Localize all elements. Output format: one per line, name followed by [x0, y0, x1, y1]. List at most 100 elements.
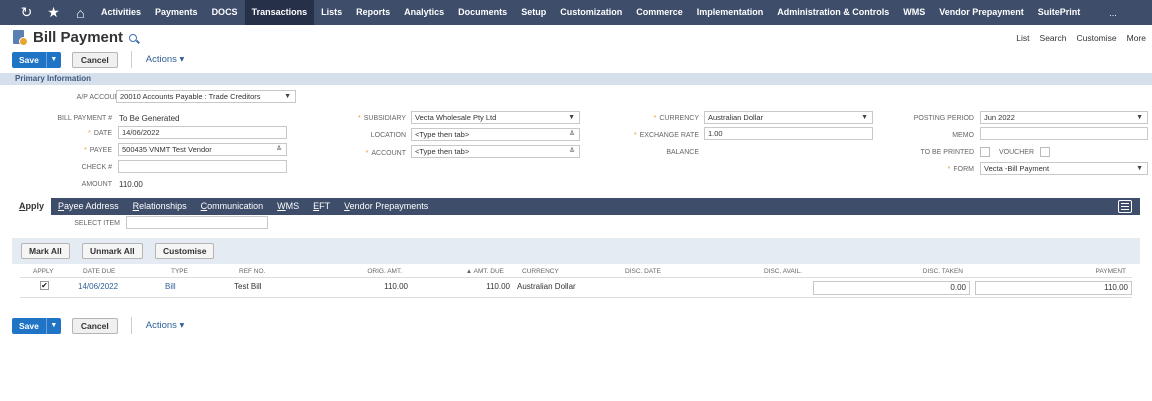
ap-account-select[interactable]: 20010 Accounts Payable : Trade Creditors… [116, 90, 296, 103]
apply-checkbox[interactable]: ✔ [40, 281, 49, 290]
memo-input[interactable] [980, 127, 1148, 140]
tab-eft[interactable]: EFT [306, 198, 337, 215]
amount-label: AMOUNT [81, 181, 112, 188]
actions-menu[interactable]: Actions ▾ [146, 54, 185, 65]
nav-suiteprint[interactable]: SuitePrint [1031, 0, 1088, 25]
nav-documents[interactable]: Documents [451, 0, 514, 25]
home-icon[interactable]: ⌂ [67, 0, 94, 25]
top-nav: ↻ ★ ⌂ Activities Payments DOCS Transacti… [0, 0, 1152, 25]
save-button-label[interactable]: Save [12, 51, 46, 68]
double-chevron-icon: ≚ [276, 146, 282, 153]
exchange-rate-value: 1.00 [708, 129, 723, 138]
payee-select[interactable]: 500435 VNMT Test Vendor ≚ [118, 143, 287, 156]
form-label: * FORM [947, 166, 974, 173]
payee-label: * PAYEE [83, 147, 112, 154]
posting-period-value: Jun 2022 [984, 113, 1015, 122]
nav-payments[interactable]: Payments [148, 0, 205, 25]
form-select[interactable]: Vecta -Bill Payment ▼ [980, 162, 1148, 175]
nav-vendor-prepayment[interactable]: Vendor Prepayment [932, 0, 1031, 25]
nav-customization[interactable]: Customization [553, 0, 629, 25]
voucher-checkbox[interactable] [1040, 147, 1050, 157]
date-due-link[interactable]: 14/06/2022 [78, 282, 118, 291]
currency-label: * CURRENCY [653, 115, 699, 122]
tab-vendor-prepayments[interactable]: Vendor Prepayments [337, 198, 435, 215]
nav-lists[interactable]: Lists [314, 0, 349, 25]
save-menu-arrow-icon[interactable]: ▼ [45, 51, 61, 68]
search-icon[interactable] [129, 33, 138, 42]
page-title: Bill Payment [33, 29, 124, 46]
location-select[interactable]: <Type then tab> ≚ [411, 128, 580, 141]
column-orig-amt[interactable]: ORIG. AMT. [367, 268, 402, 275]
bottom-save-button[interactable]: Save ▼ [12, 317, 61, 334]
nav-setup[interactable]: Setup [514, 0, 553, 25]
column-payment[interactable]: PAYMENT [1096, 268, 1126, 275]
check-number-input[interactable] [118, 160, 287, 173]
date-value: 14/06/2022 [122, 128, 160, 137]
save-menu-arrow-icon[interactable]: ▼ [45, 317, 61, 334]
select-item-input[interactable] [126, 216, 268, 229]
bottom-actions-menu[interactable]: Actions ▾ [146, 320, 185, 331]
location-value: <Type then tab> [415, 130, 470, 139]
to-be-printed-checkbox[interactable] [980, 147, 990, 157]
page-header: Bill Payment [13, 29, 138, 46]
customise-link[interactable]: Customise [1076, 33, 1116, 43]
column-type[interactable]: TYPE [171, 268, 188, 275]
save-button[interactable]: Save ▼ [12, 51, 61, 68]
amount-value: 110.00 [119, 180, 143, 189]
memo-label: MEMO [952, 132, 974, 139]
currency-select[interactable]: Australian Dollar ▼ [704, 111, 873, 124]
form-value: Vecta -Bill Payment [984, 164, 1050, 173]
nav-commerce[interactable]: Commerce [629, 0, 690, 25]
subsidiary-select[interactable]: Vecta Wholesale Pty Ltd ▼ [411, 111, 580, 124]
nav-more[interactable]: ... [1109, 8, 1117, 18]
recent-records-icon[interactable]: ↻ [13, 0, 40, 25]
bottom-toolbar: Save ▼ Cancel Actions ▾ [12, 317, 184, 334]
mark-all-button[interactable]: Mark All [21, 243, 70, 259]
column-date-due[interactable]: DATE DUE [83, 268, 115, 275]
list-link[interactable]: List [1016, 33, 1029, 43]
more-link[interactable]: More [1127, 33, 1146, 43]
tab-communication[interactable]: Communication [194, 198, 271, 215]
posting-period-select[interactable]: Jun 2022 ▼ [980, 111, 1148, 124]
currency-value: Australian Dollar [708, 113, 764, 122]
bottom-cancel-button[interactable]: Cancel [71, 317, 118, 334]
customise-button[interactable]: Customise [155, 243, 215, 259]
column-disc-taken[interactable]: DISC. TAKEN [923, 268, 963, 275]
orig-amt-cell: 110.00 [384, 282, 408, 291]
column-disc-avail[interactable]: DISC. AVAIL. [764, 268, 802, 275]
column-ref-no[interactable]: REF NO. [239, 268, 265, 275]
select-item-label: SELECT ITEM [74, 220, 120, 227]
toolbar-divider [130, 317, 132, 334]
nav-activities[interactable]: Activities [94, 0, 148, 25]
tab-relationships[interactable]: Relationships [126, 198, 194, 215]
column-amt-due[interactable]: ▲ AMT. DUE [466, 268, 504, 275]
cancel-button[interactable]: Cancel [71, 51, 118, 68]
save-button-label[interactable]: Save [12, 317, 46, 334]
column-currency[interactable]: CURRENCY [522, 268, 559, 275]
nav-administration[interactable]: Administration & Controls [770, 0, 896, 25]
nav-transactions[interactable]: Transactions [244, 0, 315, 25]
balance-label: BALANCE [666, 149, 699, 156]
row-divider [20, 297, 1132, 298]
search-link[interactable]: Search [1040, 33, 1067, 43]
unmark-all-button[interactable]: Unmark All [82, 243, 143, 259]
tab-apply[interactable]: Apply [12, 198, 52, 215]
account-select[interactable]: <Type then tab> ≚ [411, 145, 580, 158]
disc-taken-input[interactable]: 0.00 [813, 281, 970, 295]
nav-reports[interactable]: Reports [349, 0, 397, 25]
hamburger-menu-icon[interactable] [1118, 200, 1132, 213]
tab-wms[interactable]: WMS [270, 198, 306, 215]
favorites-star-icon[interactable]: ★ [40, 0, 67, 25]
column-disc-date[interactable]: DISC. DATE [625, 268, 661, 275]
payment-input[interactable]: 110.00 [975, 281, 1132, 295]
nav-wms[interactable]: WMS [896, 0, 932, 25]
type-link[interactable]: Bill [165, 282, 176, 291]
nav-implementation[interactable]: Implementation [690, 0, 771, 25]
nav-analytics[interactable]: Analytics [397, 0, 451, 25]
date-input[interactable]: 14/06/2022 [118, 126, 287, 139]
primary-information-header[interactable]: Primary Information [0, 73, 1152, 85]
nav-docs[interactable]: DOCS [205, 0, 245, 25]
top-toolbar: Save ▼ Cancel Actions ▾ [12, 51, 184, 68]
tab-payee-address[interactable]: Payee Address [51, 198, 126, 215]
exchange-rate-input[interactable]: 1.00 [704, 127, 873, 140]
